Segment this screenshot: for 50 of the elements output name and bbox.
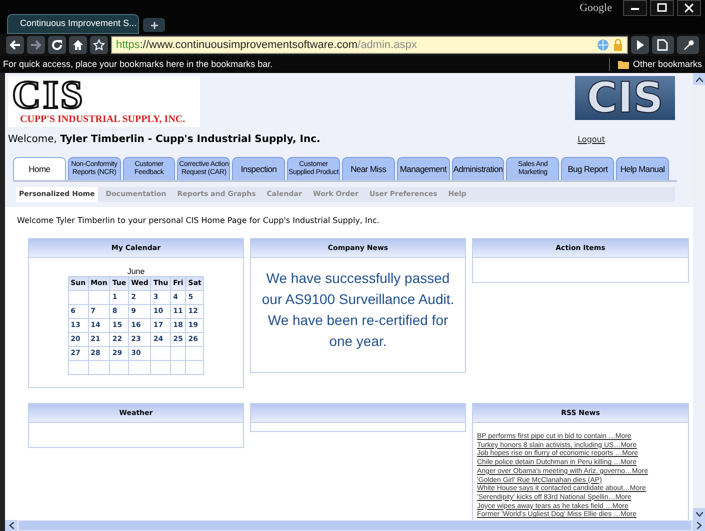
- welcome-text: Welcome, Tyler Timberlin - Cupp's Industrial Supply, Inc.: [8, 133, 320, 147]
- reload-button[interactable]: [48, 36, 66, 54]
- page-button[interactable]: [652, 36, 674, 54]
- address-field[interactable]: https://www.continuousimprovementsoftware.com/admin.aspx: [111, 36, 628, 54]
- nav-tab[interactable]: Near Miss: [342, 157, 395, 180]
- forward-arrow-button[interactable]: [27, 36, 45, 54]
- home-icon: [73, 40, 83, 50]
- vertical-scrollbar[interactable]: [693, 73, 705, 520]
- logo-tagline: CUPP'S INDUSTRIAL SUPPLY, INC.: [20, 114, 186, 126]
- month-label: June: [127, 267, 145, 276]
- close-icon: [684, 3, 694, 14]
- horizontal-scrollbar[interactable]: [5, 520, 705, 531]
- minimize-icon: [631, 8, 639, 10]
- play-icon: [637, 40, 644, 50]
- minimize-button[interactable]: [623, 0, 647, 16]
- home-button[interactable]: [69, 36, 87, 54]
- nav-tab[interactable]: Inspection: [232, 157, 286, 180]
- back-arrow-icon: [10, 40, 21, 50]
- account-label: Google: [580, 1, 612, 16]
- maximize-icon: [657, 4, 667, 12]
- url-text: https://www.continuousimprovementsoftware.com/admin.aspx: [116, 38, 418, 53]
- plus-icon: [150, 22, 158, 28]
- bookmarks-hint: For quick access, place your bookmarks here in the bookmarks bar.: [3, 58, 274, 71]
- new-tab-button[interactable]: [143, 18, 165, 32]
- logo-letters: CIS: [12, 76, 85, 114]
- browser-tab[interactable]: Continuous Improvement S...: [7, 14, 139, 34]
- other-bookmarks-button[interactable]: Other bookmarks: [608, 58, 702, 72]
- bookmark-star-icon: [93, 39, 105, 51]
- nav-tab[interactable]: Help Manual: [616, 157, 669, 180]
- bookmark-star-button[interactable]: [90, 36, 108, 54]
- welcome-message: Welcome Tyler Timberlin to your personal CIS Home Page for Cupp's Industrial Supply, Inc.: [16, 215, 380, 227]
- play-button[interactable]: [631, 36, 649, 54]
- nav-tab[interactable]: Bug Report: [561, 157, 614, 180]
- folder-icon: [618, 60, 629, 69]
- back-arrow-button[interactable]: [6, 36, 24, 54]
- nav-tab[interactable]: Administration: [452, 157, 504, 180]
- lock-icon: [613, 39, 623, 51]
- wrench-button[interactable]: [677, 36, 699, 54]
- close-button[interactable]: [677, 0, 701, 16]
- globe-icon: [597, 39, 609, 51]
- tab-title: Continuous Improvement S...: [20, 17, 137, 30]
- page-icon: [657, 39, 668, 51]
- news-text: We have successfully passed our AS9100 Surveillance Audit. We have been re-certified for one year.: [260, 269, 456, 351]
- forward-arrow-icon: [30, 40, 42, 50]
- nav-tab[interactable]: Home: [13, 157, 66, 180]
- maximize-button[interactable]: [650, 0, 674, 16]
- nav-tab[interactable]: Management: [396, 157, 450, 180]
- logout-link[interactable]: Logout: [578, 134, 605, 146]
- reload-icon: [52, 40, 62, 50]
- logo-letters: CIS: [586, 77, 664, 119]
